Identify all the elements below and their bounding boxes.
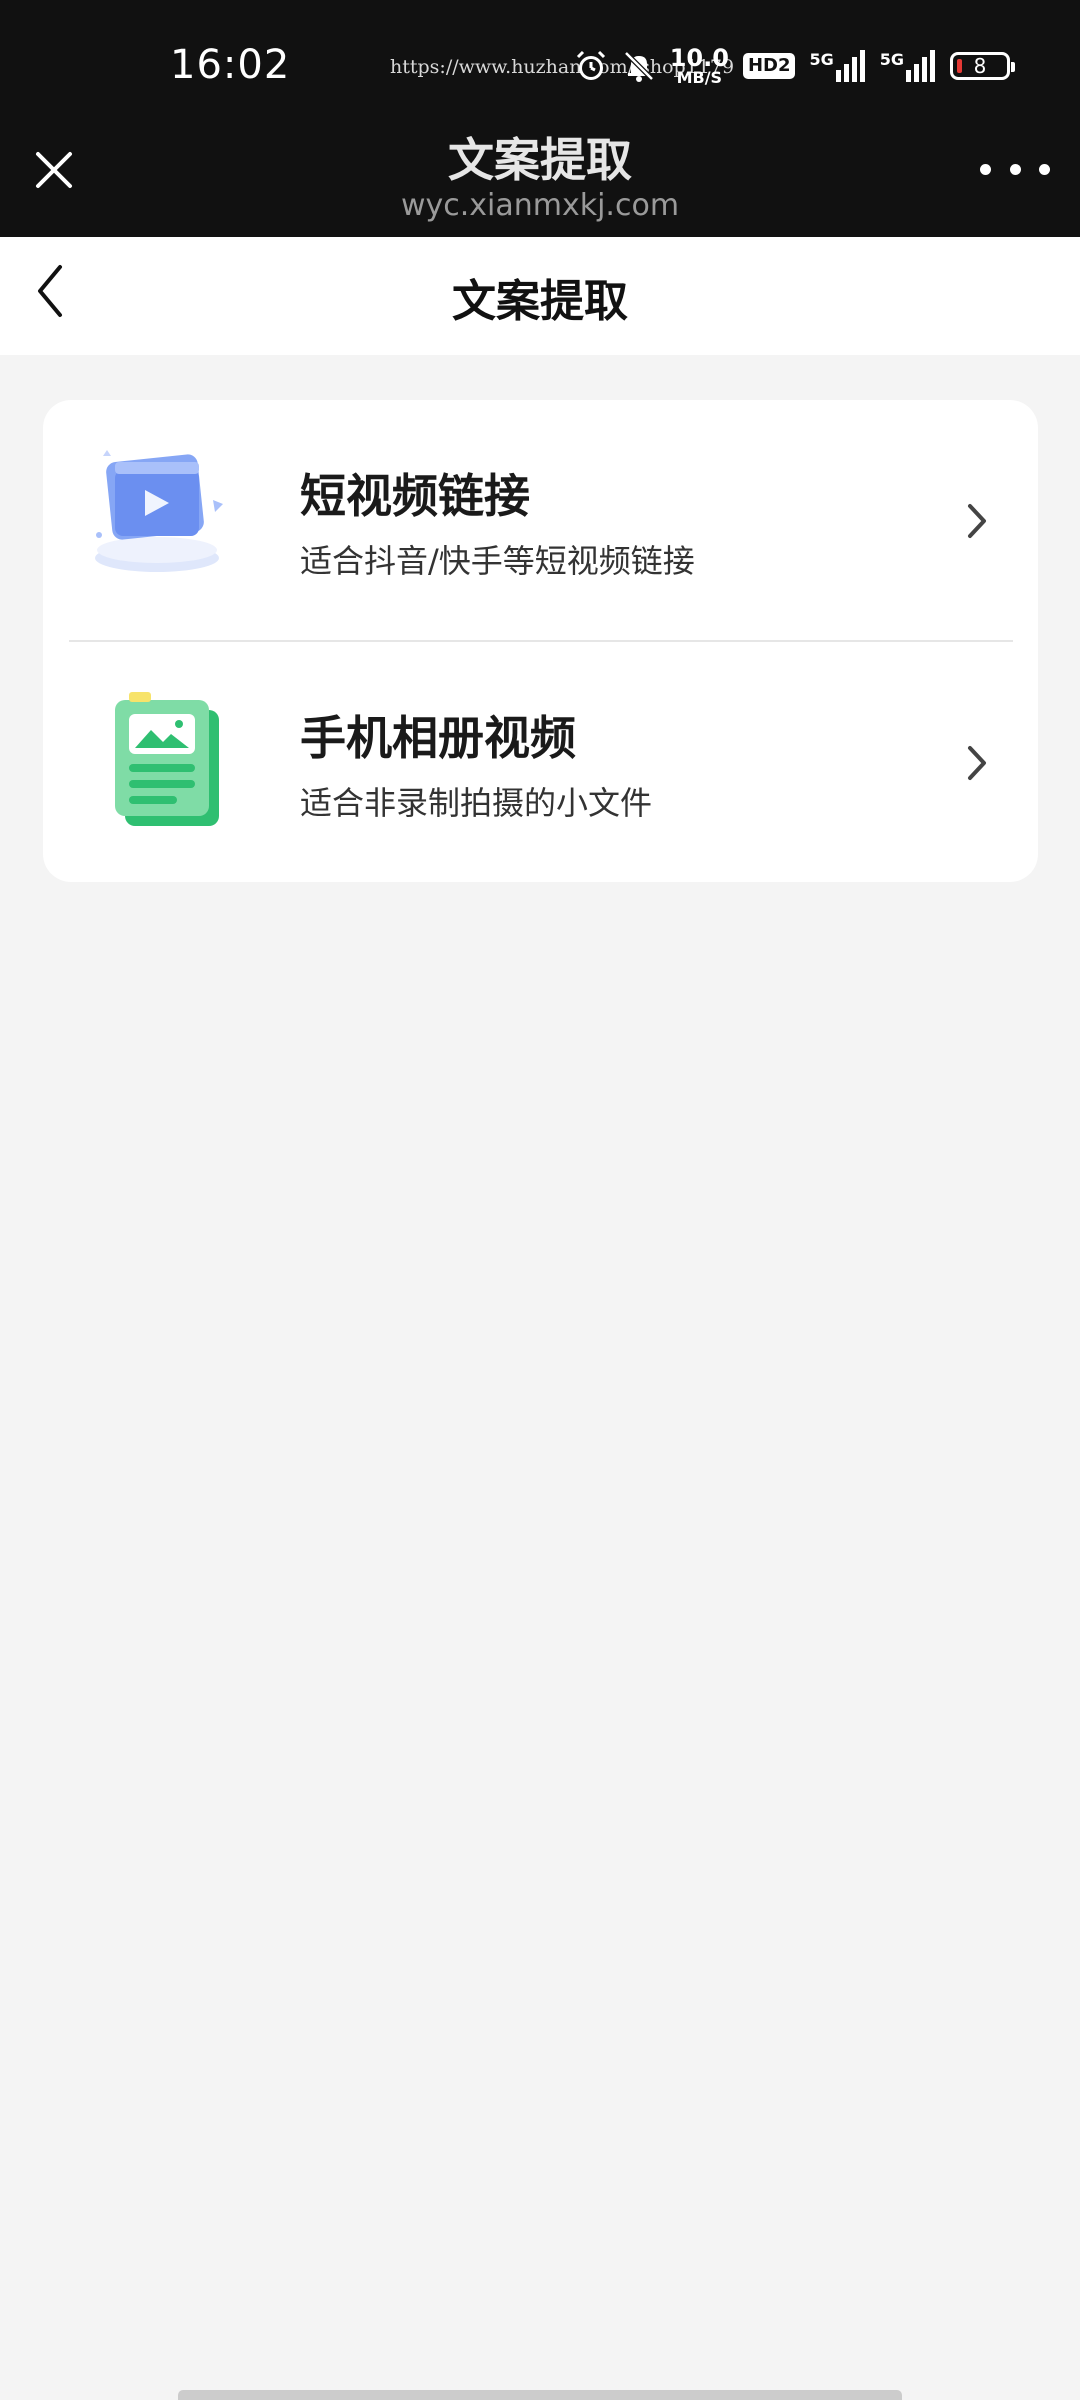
- signal-2: 5G: [880, 50, 936, 82]
- option-title: 短视频链接: [300, 469, 530, 523]
- battery-icon: 8: [950, 52, 1015, 80]
- speed-value: 10.0: [669, 44, 729, 72]
- browser-header: 文案提取 wyc.xianmxkj.com: [0, 133, 1080, 237]
- page-nav-bar: 文案提取: [0, 237, 1080, 355]
- network-speed: 10.0 MB/S: [670, 46, 729, 86]
- network-type-2: 5G: [879, 50, 904, 69]
- alarm-icon: [576, 50, 605, 80]
- browser-title: 文案提取: [448, 133, 632, 187]
- option-title: 手机相册视频: [300, 711, 576, 765]
- chevron-right-icon: [968, 746, 986, 780]
- signal-bars-icon: [906, 50, 935, 82]
- browser-url: wyc.xianmxkj.com: [400, 188, 680, 223]
- signal-1: 5G: [809, 50, 865, 82]
- option-short-video-link[interactable]: 短视频链接 适合抖音/快手等短视频链接: [43, 400, 1038, 640]
- more-dot-icon: [1039, 163, 1050, 175]
- options-card: 短视频链接 适合抖音/快手等短视频链接 手机相册视频 适合非录制拍摄的小文件: [43, 400, 1038, 882]
- hd-badge: HD2: [742, 53, 796, 79]
- video-link-icon: [95, 450, 223, 572]
- signal-bars-icon: [835, 50, 865, 82]
- more-dot-icon: [980, 163, 991, 175]
- option-album-video[interactable]: 手机相册视频 适合非录制拍摄的小文件: [43, 642, 1038, 882]
- more-options-button[interactable]: [980, 144, 1050, 194]
- album-video-icon: [115, 692, 219, 826]
- speed-unit: MB/S: [676, 68, 723, 87]
- battery-level: 8: [973, 54, 987, 78]
- status-bar: 16:02 https://www.huzhan.com/ishop1179 1…: [0, 0, 1080, 136]
- more-dot-icon: [1009, 163, 1021, 175]
- option-subtitle: 适合非录制拍摄的小文件: [300, 784, 653, 822]
- network-type-1: 5G: [809, 50, 834, 69]
- status-time: 16:02: [170, 42, 291, 88]
- option-subtitle: 适合抖音/快手等短视频链接: [300, 542, 695, 580]
- battery-low-indicator: [957, 59, 962, 73]
- chevron-right-icon: [968, 504, 986, 538]
- mute-bell-icon: [623, 51, 654, 82]
- page-title: 文案提取: [452, 276, 628, 327]
- status-icons: 10.0 MB/S HD2 5G 5G 8: [574, 46, 1015, 86]
- gesture-bar: [178, 2390, 902, 2400]
